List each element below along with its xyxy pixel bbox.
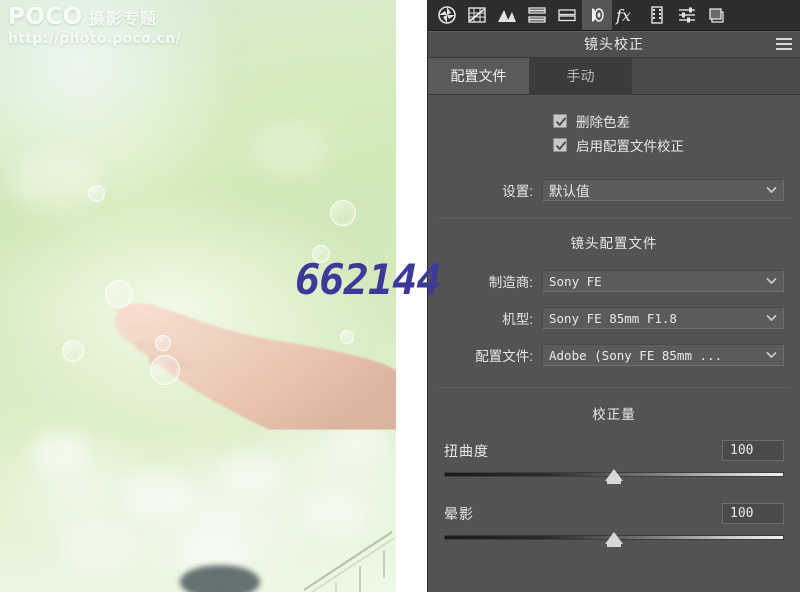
soap-bubble [330, 200, 356, 226]
vignetting-slider-block: 晕影 100 [428, 503, 800, 547]
distortion-slider[interactable] [444, 467, 784, 484]
model-select-value: Sony FE 85mm F1.8 [549, 310, 677, 326]
detail-icon[interactable] [552, 0, 582, 30]
make-row: 制造商: Sony FE [428, 266, 800, 296]
distortion-label: 扭曲度 [444, 442, 489, 459]
snapshots-icon[interactable] [702, 0, 732, 30]
setup-select-value: 默认值 [549, 184, 590, 199]
vignetting-value-field[interactable]: 100 [722, 503, 784, 524]
lens-profile-section-title: 镜头配置文件 [570, 236, 658, 251]
soap-bubble [340, 330, 354, 344]
model-label: 机型: [502, 312, 533, 327]
section-divider-2 [438, 387, 790, 388]
panel-body: 删除色差 启用配置文件校正 设置: 默认值 镜头配置文件 制造商: Sony F… [428, 95, 800, 547]
checkbox-row-enable-profile-corrections[interactable]: 启用配置文件校正 [428, 133, 800, 157]
setup-label: 设置: [502, 184, 533, 199]
vignetting-label: 晕影 [444, 505, 474, 522]
lens-correction-icon[interactable] [582, 0, 612, 30]
foreground-object [180, 565, 260, 592]
presets-icon[interactable] [672, 0, 702, 30]
distortion-slider-thumb[interactable] [605, 469, 623, 484]
setup-row: 设置: 默认值 [428, 175, 800, 205]
distortion-slider-block: 扭曲度 100 [428, 440, 800, 484]
hsl-grayscale-icon[interactable] [492, 0, 522, 30]
checkbox-group: 删除色差 启用配置文件校正 [428, 95, 800, 157]
soap-bubble [62, 340, 84, 362]
chevron-down-icon [766, 314, 777, 322]
vignetting-slider-thumb[interactable] [605, 532, 623, 547]
tab-profile-label: 配置文件 [450, 68, 507, 84]
section-divider-1 [438, 218, 790, 219]
bokeh-blob [30, 430, 90, 474]
camera-calibration-icon[interactable] [642, 0, 672, 30]
split-toning-icon[interactable] [522, 0, 552, 30]
soap-bubble [105, 280, 133, 308]
basic-adjust-icon[interactable] [432, 0, 462, 30]
checkbox-remove-chromatic-aberration[interactable] [553, 114, 567, 128]
model-select[interactable]: Sony FE 85mm F1.8 [542, 307, 784, 329]
bokeh-blob [120, 470, 192, 520]
profile-row: 配置文件: Adobe (Sony FE 85mm ... [428, 340, 800, 370]
bokeh-blob [250, 120, 330, 178]
chevron-down-icon [766, 277, 777, 285]
vignetting-slider-head: 晕影 100 [444, 503, 784, 524]
checkbox-enable-profile-corrections[interactable] [553, 138, 567, 152]
bokeh-blob [60, 520, 140, 572]
soap-bubble [150, 355, 180, 385]
tab-profile[interactable]: 配置文件 [428, 58, 530, 94]
profile-select-value: Adobe (Sony FE 85mm ... [549, 347, 723, 363]
profile-label: 配置文件: [475, 349, 533, 364]
profile-select[interactable]: Adobe (Sony FE 85mm ... [542, 344, 784, 366]
screenshot-root: POCO 摄影专题 http://photo.poco.cn/ 662144 f… [0, 0, 800, 592]
make-label: 制造商: [488, 275, 533, 290]
overlay-number: 662144 [295, 255, 442, 304]
distortion-slider-head: 扭曲度 100 [444, 440, 784, 461]
correction-amount-section-title: 校正量 [592, 407, 636, 422]
develop-panel: fx 镜头校正 配置文件 手动 删除色差 启用配置文件校正 设置: 默认值 镜头… [427, 0, 800, 592]
panel-tabs: 配置文件 手动 [428, 58, 800, 95]
bokeh-blob [220, 450, 284, 496]
soap-bubble [155, 335, 171, 351]
checkbox-label-enable-profile-corrections: 启用配置文件校正 [576, 139, 684, 154]
distortion-value-field[interactable]: 100 [722, 440, 784, 461]
bokeh-blob [10, 150, 100, 214]
setup-select[interactable]: 默认值 [542, 179, 784, 201]
make-select-value: Sony FE [549, 273, 602, 289]
develop-module-toolbar: fx [428, 0, 800, 31]
page-title: 镜头校正 [584, 36, 644, 52]
make-select[interactable]: Sony FE [542, 270, 784, 292]
tone-curve-icon[interactable] [462, 0, 492, 30]
tabs-filler [632, 58, 800, 94]
svg-text:fx: fx [615, 6, 631, 25]
effects-fx-icon[interactable]: fx [612, 0, 642, 30]
checkbox-row-remove-chromatic-aberration[interactable]: 删除色差 [428, 109, 800, 133]
hamburger-menu-icon[interactable] [776, 38, 792, 50]
tab-manual-label: 手动 [566, 68, 595, 84]
tab-manual[interactable]: 手动 [530, 58, 632, 94]
fence-railing [303, 531, 395, 592]
chevron-down-icon [766, 186, 777, 194]
panel-title-bar: 镜头校正 [428, 31, 800, 58]
soap-bubble [88, 185, 105, 202]
model-row: 机型: Sony FE 85mm F1.8 [428, 303, 800, 333]
chevron-down-icon [766, 351, 777, 359]
vignetting-slider[interactable] [444, 530, 784, 547]
checkbox-label-remove-chromatic-aberration: 删除色差 [576, 115, 630, 130]
